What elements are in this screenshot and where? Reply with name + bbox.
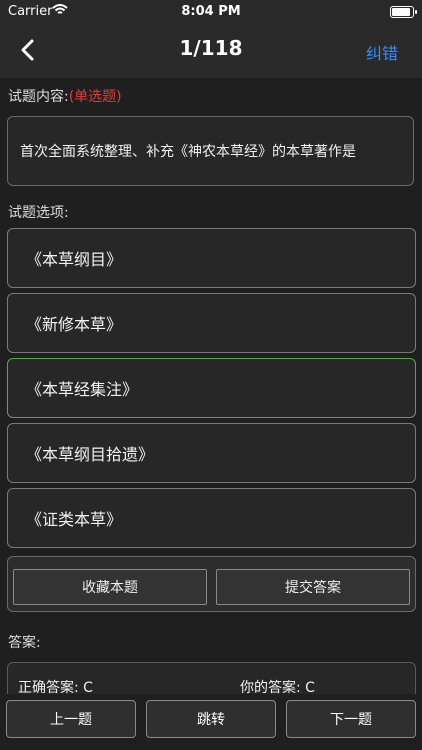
submit-answer-button[interactable]: 提交答案 [216,569,410,605]
favorite-button[interactable]: 收藏本题 [13,569,207,605]
status-time: 8:04 PM [181,4,241,19]
action-panel: 收藏本题 提交答案 [7,556,416,612]
prev-question-button[interactable]: 上一题 [6,700,136,738]
question-label-text: 试题内容: [8,89,69,105]
option-b[interactable]: 《新修本草》 [7,293,416,353]
option-text: 《本草纲目》 [26,250,123,269]
question-label: 试题内容:(单选题) [8,86,122,106]
options-label: 试题选项: [8,205,69,221]
jump-button[interactable]: 跳转 [146,700,276,738]
option-c[interactable]: 《本草经集注》 [7,358,416,418]
report-error-button[interactable]: 纠错 [366,40,398,64]
option-text: 《本草纲目拾遗》 [26,445,155,464]
option-e[interactable]: 《证类本草》 [7,488,416,548]
next-question-button[interactable]: 下一题 [286,700,416,738]
option-a[interactable]: 《本草纲目》 [7,228,416,288]
status-bar: Carrier 8:04 PM [0,0,422,24]
battery-icon [390,6,417,18]
question-text: 首次全面系统整理、补充《神农本草经》的本草著作是 [20,144,356,160]
option-text: 《本草经集注》 [26,380,139,399]
option-d[interactable]: 《本草纲目拾遗》 [7,423,416,483]
answer-label: 答案: [8,635,41,651]
nav-bar: 1/118 纠错 [0,24,422,78]
question-text-box: 首次全面系统整理、补充《神农本草经》的本草著作是 [7,116,414,186]
page-title: 1/118 [179,36,243,60]
question-type-tag: (单选题) [68,89,122,105]
option-text: 《新修本草》 [26,315,123,334]
bottom-bar: 上一题 跳转 下一题 [0,694,422,750]
option-text: 《证类本草》 [26,510,123,529]
